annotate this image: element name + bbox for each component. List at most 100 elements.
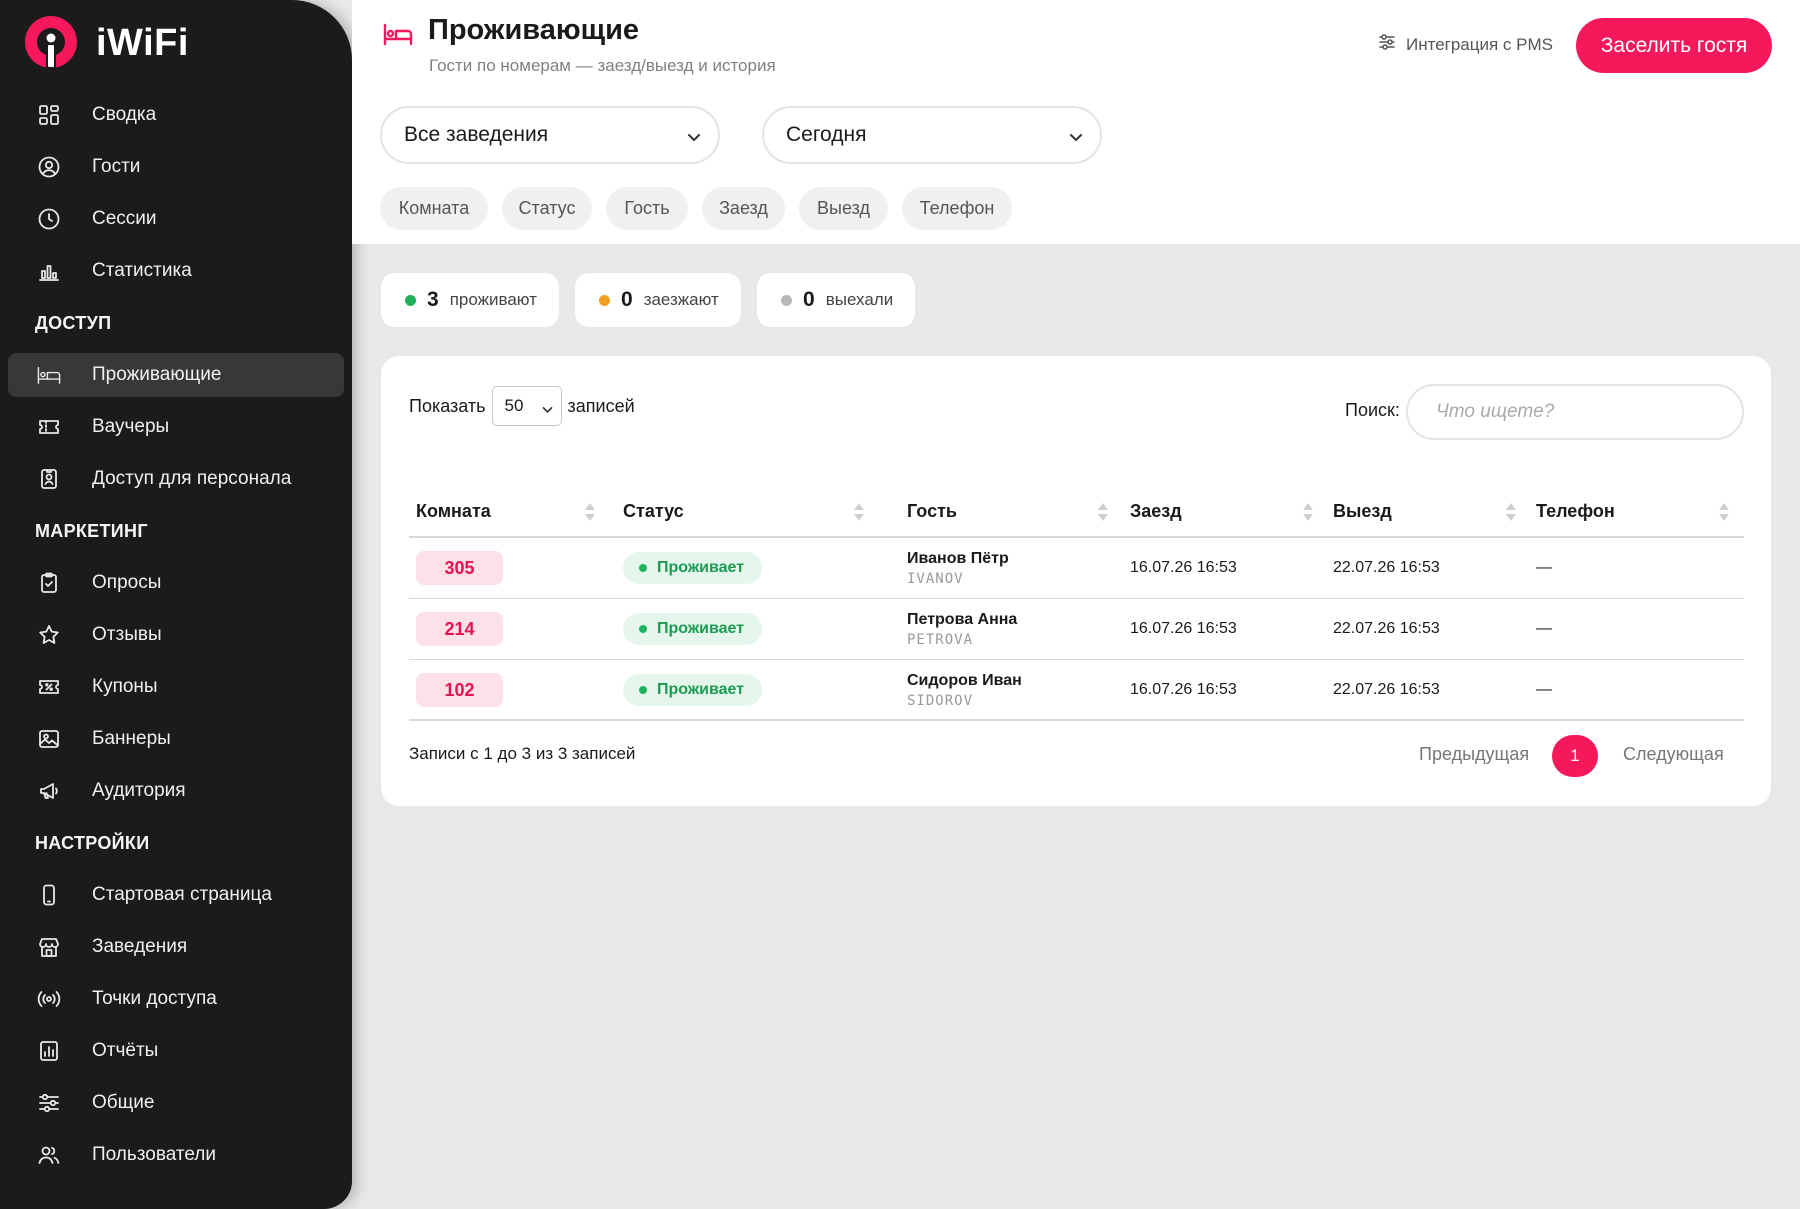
stat-arriving[interactable]: 0 заезжают (575, 273, 741, 327)
status-dot (639, 625, 647, 633)
phone-icon (36, 882, 62, 908)
sidebar-item[interactable]: Стартовая страница (8, 873, 344, 917)
phone-value: — (1536, 681, 1552, 698)
search-input[interactable] (1406, 384, 1744, 440)
status-dot (599, 294, 610, 306)
sidebar-item[interactable]: Баннеры (8, 717, 344, 761)
column-header-guest[interactable]: Гость (907, 486, 1108, 536)
sidebar: iWiFi Сводка Гости Сессии Статистика ДОСТУП П… (0, 0, 352, 1209)
sidebar-item[interactable]: Общие (8, 1081, 344, 1125)
room-badge[interactable]: 305 (416, 551, 503, 585)
sidebar-item-label: Отзывы (92, 624, 162, 645)
sidebar-item-label: Общие (92, 1092, 155, 1113)
sidebar-item-label: Отчёты (92, 1040, 159, 1061)
chip-phone[interactable]: Телефон (902, 187, 1012, 230)
guest-cell: Сидоров Иван SIDOROV (907, 660, 1022, 720)
status-dot (405, 294, 416, 306)
status-dot (639, 686, 647, 694)
page-length-select[interactable]: 50 (491, 386, 562, 426)
chip-room[interactable]: Комната (380, 187, 488, 230)
sidebar-item[interactable]: Отзывы (8, 613, 344, 657)
sidebar-item[interactable]: Проживающие (8, 353, 344, 397)
megaphone-icon (36, 778, 62, 804)
chart-icon (36, 258, 62, 284)
checkout-date: 22.07.26 16:53 (1333, 681, 1440, 698)
pagination-previous[interactable]: Предыдущая (1419, 744, 1529, 765)
pagination-page[interactable]: 1 (1552, 735, 1598, 777)
guest-latin-name: PETROVA (907, 631, 974, 648)
sidebar-item-label: Гости (92, 156, 141, 177)
checkout-date: 22.07.26 16:53 (1333, 559, 1440, 576)
chevron-down-icon (541, 401, 554, 421)
chip-guest[interactable]: Гость (606, 187, 688, 230)
sidebar-item-label: Статистика (92, 260, 192, 281)
chip-checkout[interactable]: Выезд (799, 187, 888, 230)
column-header-phone[interactable]: Телефон (1536, 486, 1736, 536)
chip-checkin[interactable]: Заезд (702, 187, 785, 230)
table-info: Записи с 1 до 3 из 3 записей (409, 744, 636, 763)
room-badge[interactable]: 214 (416, 612, 503, 646)
checkin-date: 16.07.26 16:53 (1130, 559, 1237, 576)
sidebar-item[interactable]: Пользователи (8, 1133, 344, 1177)
venue-select-value: Все заведения (404, 123, 549, 146)
column-label: Комната (416, 500, 491, 521)
sidebar-item[interactable]: Гости (8, 145, 344, 189)
sort-icon (1718, 502, 1730, 527)
sidebar-item-label: Купоны (92, 676, 158, 697)
venue-select[interactable]: Все заведения (380, 106, 720, 164)
checkin-guest-button[interactable]: Заселить гостя (1576, 18, 1772, 73)
status-label: Проживает (657, 681, 745, 698)
table-row[interactable]: 214 Проживает Петрова Анна PETROVA 16.07… (409, 599, 1744, 660)
stat-label: выехали (825, 290, 894, 309)
status-dot (781, 294, 792, 306)
sidebar-item[interactable]: Статистика (8, 249, 344, 293)
chip-status[interactable]: Статус (502, 187, 592, 230)
brand-name: iWiFi (96, 21, 189, 64)
stat-departed[interactable]: 0 выехали (757, 273, 915, 327)
sidebar-section-heading: МАРКЕТИНГ (35, 520, 148, 541)
users-icon (36, 1142, 62, 1168)
sidebar-item[interactable]: Ваучеры (8, 405, 344, 449)
sidebar-item[interactable]: Отчёты (8, 1029, 344, 1073)
guest-latin-name: IVANOV (907, 570, 964, 587)
stat-staying[interactable]: 3 проживают (381, 273, 559, 327)
store-icon (36, 934, 62, 960)
period-select[interactable]: Сегодня (762, 106, 1102, 164)
sidebar-item-label: Стартовая страница (92, 884, 272, 905)
column-header-checkout[interactable]: Выезд (1333, 486, 1516, 536)
page-length-control: Показать 50 записей (409, 386, 635, 426)
clock-icon (36, 206, 62, 232)
sidebar-item[interactable]: Точки доступа (8, 977, 344, 1021)
column-header-checkin[interactable]: Заезд (1130, 486, 1313, 536)
column-header-status[interactable]: Статус (623, 486, 865, 536)
sidebar-item[interactable]: Аудитория (8, 769, 344, 813)
search-label: Поиск: (1345, 400, 1400, 420)
sidebar-item[interactable]: Сводка (8, 93, 344, 137)
room-badge[interactable]: 102 (416, 673, 503, 707)
sidebar-item-label: Заведения (92, 936, 188, 957)
sidebar-item[interactable]: Доступ для персонала (8, 457, 344, 501)
pms-integration-link[interactable]: Интеграция с PMS (1378, 33, 1553, 56)
pagination-next[interactable]: Следующая (1623, 744, 1724, 765)
phone-value: — (1536, 559, 1552, 576)
table-row[interactable]: 305 Проживает Иванов Пётр IVANOV 16.07.2… (409, 538, 1744, 599)
clipboard-icon (36, 570, 62, 596)
sort-icon (853, 502, 865, 527)
sidebar-item[interactable]: Заведения (8, 925, 344, 969)
status-dot (639, 564, 647, 572)
sidebar-item[interactable]: Сессии (8, 197, 344, 241)
sidebar-item-label: Аудитория (92, 780, 186, 801)
column-label: Гость (907, 500, 957, 521)
page-header: Проживающие Гости по номерам — заезд/вые… (352, 0, 1800, 244)
sort-icon (584, 502, 596, 527)
status-label: Проживает (657, 620, 745, 637)
checkin-date: 16.07.26 16:53 (1130, 620, 1237, 637)
column-header-room[interactable]: Комната (416, 486, 596, 536)
bed-icon (36, 362, 62, 388)
sidebar-item[interactable]: Опросы (8, 561, 344, 605)
checkout-date: 22.07.26 16:53 (1333, 620, 1440, 637)
logo[interactable]: iWiFi (24, 15, 189, 71)
sidebar-item[interactable]: Купоны (8, 665, 344, 709)
sliders-icon (36, 1090, 62, 1116)
table-row[interactable]: 102 Проживает Сидоров Иван SIDOROV 16.07… (409, 660, 1744, 721)
